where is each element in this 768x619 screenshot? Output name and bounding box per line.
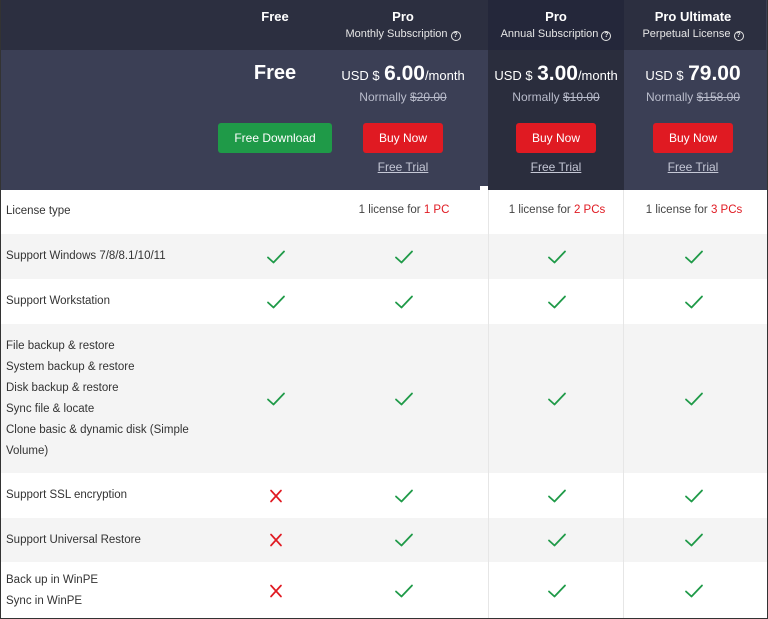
page-frame (0, 0, 768, 619)
